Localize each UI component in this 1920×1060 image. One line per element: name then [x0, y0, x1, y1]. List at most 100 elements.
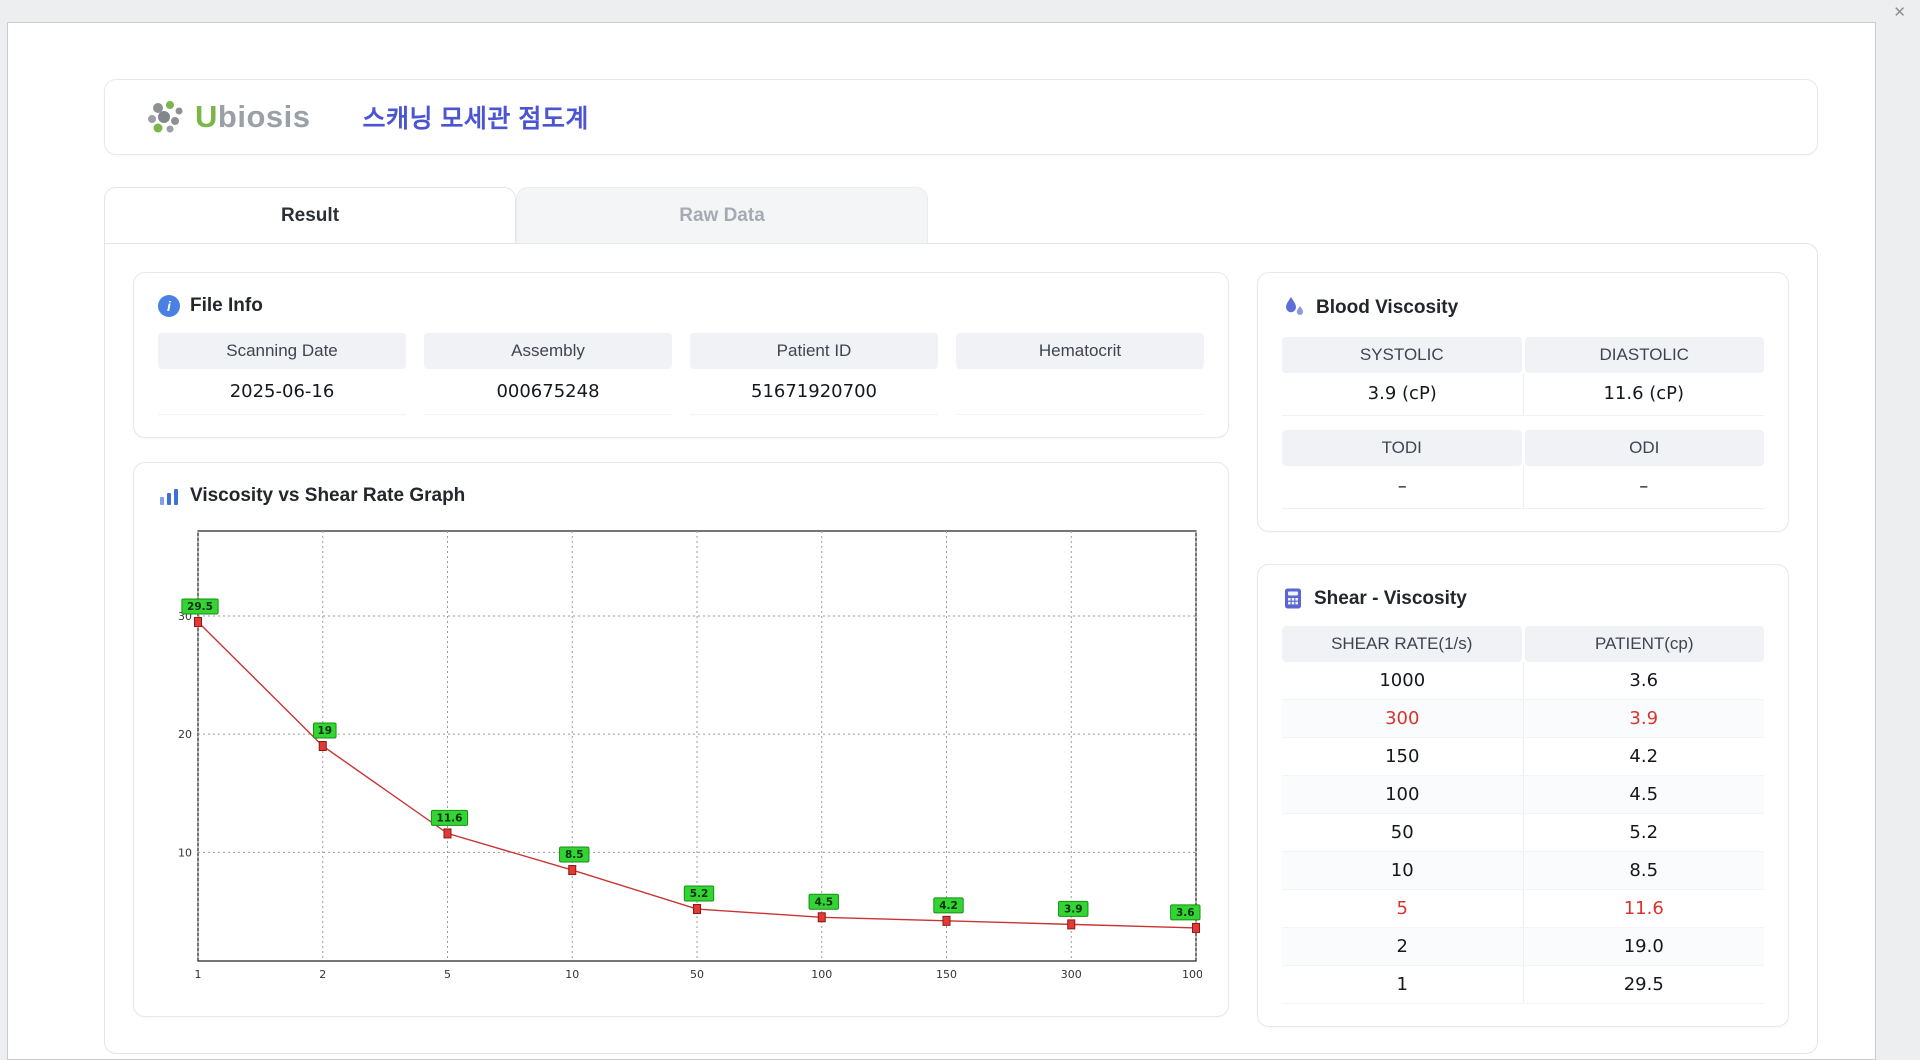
shear-table-header: SHEAR RATE(1/s) PATIENT(cp) [1282, 626, 1764, 662]
shear-table-row: 5 11.6 [1282, 890, 1764, 928]
shear-rate-value: 150 [1385, 746, 1420, 767]
left-column: i File Info Scanning Date 2025-06-16 Ass… [133, 272, 1229, 1027]
tab-bar: Result Raw Data [104, 187, 1875, 243]
blood-viscosity-card: Blood Viscosity SYSTOLIC DIASTOLIC 3.9 (… [1257, 272, 1789, 532]
field-label: Scanning Date [158, 333, 406, 369]
svg-text:300: 300 [1061, 968, 1082, 981]
shear-table-row: 10 8.5 [1282, 852, 1764, 890]
svg-text:8.5: 8.5 [565, 849, 584, 861]
calculator-icon [1285, 588, 1301, 609]
shear-table-row: 300 3.9 [1282, 700, 1764, 738]
patient-column-header: PATIENT(cp) [1524, 626, 1764, 662]
blood-viscosity-title: Blood Viscosity [1316, 297, 1459, 318]
patient-viscosity-value: 3.9 [1522, 700, 1765, 737]
file-info-field: Assembly 000675248 [424, 333, 672, 415]
bar-chart-icon [160, 489, 178, 505]
svg-text:11.6: 11.6 [437, 812, 463, 824]
ubiosis-logo-icon [148, 101, 183, 133]
shear-table-row: 100 4.5 [1282, 776, 1764, 814]
shear-viscosity-card: Shear - Viscosity SHEAR RATE(1/s) PATIEN… [1257, 564, 1789, 1027]
header-card: Ubiosis 스캐닝 모세관 점도계 [104, 79, 1818, 155]
svg-text:2: 2 [319, 968, 326, 981]
svg-text:1: 1 [195, 968, 202, 981]
field-value: 2025-06-16 [158, 369, 406, 415]
viscosity-shear-chart: 1251050100150300100010203029.51911.68.55… [178, 530, 1210, 981]
shear-rate-value: 100 [1385, 784, 1420, 805]
svg-text:3.6: 3.6 [1176, 907, 1195, 919]
shear-rate-value: 10 [1390, 860, 1414, 881]
app-title: 스캐닝 모세관 점도계 [362, 105, 589, 133]
svg-text:19: 19 [317, 725, 332, 737]
svg-text:5.2: 5.2 [690, 888, 709, 900]
patient-viscosity-value: 4.5 [1522, 776, 1765, 813]
blood-viscosity-value-row: 3.9 (cP) 11.6 (cP) [1282, 373, 1764, 416]
svg-text:20: 20 [178, 728, 192, 741]
svg-text:150: 150 [936, 968, 957, 981]
shear-table-row: 1000 3.6 [1282, 662, 1764, 700]
svg-text:29.5: 29.5 [187, 601, 213, 613]
file-info-title: File Info [190, 295, 263, 316]
todi-header: TODI [1282, 430, 1522, 466]
odi-header: ODI [1524, 430, 1764, 466]
info-icon: i [158, 295, 180, 317]
file-info-field: Scanning Date 2025-06-16 [158, 333, 406, 415]
todi-value: – [1397, 476, 1407, 497]
viscosity-graph-card: Viscosity vs Shear Rate Graph 1 2 5 10 50 100… [133, 462, 1229, 1017]
odi-value: – [1522, 466, 1765, 508]
file-info-field: Hematocrit [956, 333, 1204, 415]
shear-viscosity-title-row: Shear - Viscosity [1282, 587, 1764, 610]
systolic-header: SYSTOLIC [1282, 337, 1522, 373]
field-value: 51671920700 [690, 369, 938, 415]
chart-wrap: 1251050100150300100010203029.51911.68.55… [158, 523, 1210, 994]
blood-viscosity-header-row: TODI ODI [1282, 430, 1764, 466]
tab-raw-data[interactable]: Raw Data [516, 187, 928, 243]
graph-title-row: Viscosity vs Shear Rate Graph [158, 485, 1204, 507]
patient-viscosity-value: 5.2 [1522, 814, 1765, 851]
svg-text:4.2: 4.2 [939, 900, 958, 912]
logo-text-rest: biosis [217, 99, 311, 134]
patient-viscosity-value: 4.2 [1522, 738, 1765, 775]
right-column: Blood Viscosity SYSTOLIC DIASTOLIC 3.9 (… [1257, 272, 1789, 1027]
tab-result[interactable]: Result [104, 187, 516, 243]
result-panel: i File Info Scanning Date 2025-06-16 Ass… [104, 243, 1818, 1054]
patient-viscosity-value: 3.6 [1522, 662, 1765, 699]
app-window: Ubiosis 스캐닝 모세관 점도계 Result Raw Data i Fi… [7, 22, 1876, 1060]
shear-rate-value: 5 [1396, 898, 1408, 919]
patient-viscosity-value: 29.5 [1522, 966, 1765, 1003]
diastolic-value: 11.6 (cP) [1522, 373, 1765, 415]
shear-rate-value: 1 [1396, 974, 1408, 995]
patient-viscosity-value: 8.5 [1522, 852, 1765, 889]
file-info-field: Patient ID 51671920700 [690, 333, 938, 415]
patient-viscosity-value: 19.0 [1522, 928, 1765, 965]
field-value [956, 369, 1204, 415]
shear-rate-value: 2 [1396, 936, 1408, 957]
blood-viscosity-section: TODI ODI – – [1282, 430, 1764, 509]
field-label: Patient ID [690, 333, 938, 369]
svg-text:5: 5 [444, 968, 451, 981]
page-content: Ubiosis 스캐닝 모세관 점도계 Result Raw Data i Fi… [8, 23, 1875, 1054]
close-icon[interactable]: ✕ [1893, 3, 1906, 21]
water-drops-icon [1286, 297, 1303, 315]
field-label: Hematocrit [956, 333, 1204, 369]
logo-text: Ubiosis [195, 99, 310, 135]
field-label: Assembly [424, 333, 672, 369]
blood-viscosity-header-row: SYSTOLIC DIASTOLIC [1282, 337, 1764, 373]
svg-text:3.9: 3.9 [1064, 903, 1083, 915]
shear-rate-value: 300 [1385, 708, 1420, 729]
shear-table-row: 150 4.2 [1282, 738, 1764, 776]
logo-text-accent: U [195, 99, 218, 134]
patient-viscosity-value: 11.6 [1522, 890, 1765, 927]
graph-title: Viscosity vs Shear Rate Graph [190, 485, 466, 506]
svg-text:50: 50 [690, 968, 704, 981]
svg-text:4.5: 4.5 [814, 896, 833, 908]
field-value: 000675248 [424, 369, 672, 415]
file-info-grid: Scanning Date 2025-06-16 Assembly 000675… [158, 333, 1204, 415]
ubiosis-logo: Ubiosis [145, 98, 310, 136]
file-info-title-row: i File Info [158, 295, 1204, 317]
shear-table-row: 50 5.2 [1282, 814, 1764, 852]
blood-viscosity-title-row: Blood Viscosity [1282, 295, 1764, 321]
blood-viscosity-value-row: – – [1282, 466, 1764, 509]
blood-viscosity-section: SYSTOLIC DIASTOLIC 3.9 (cP) 11.6 (cP) [1282, 337, 1764, 416]
systolic-value: 3.9 (cP) [1367, 383, 1437, 404]
file-info-card: i File Info Scanning Date 2025-06-16 Ass… [133, 272, 1229, 438]
